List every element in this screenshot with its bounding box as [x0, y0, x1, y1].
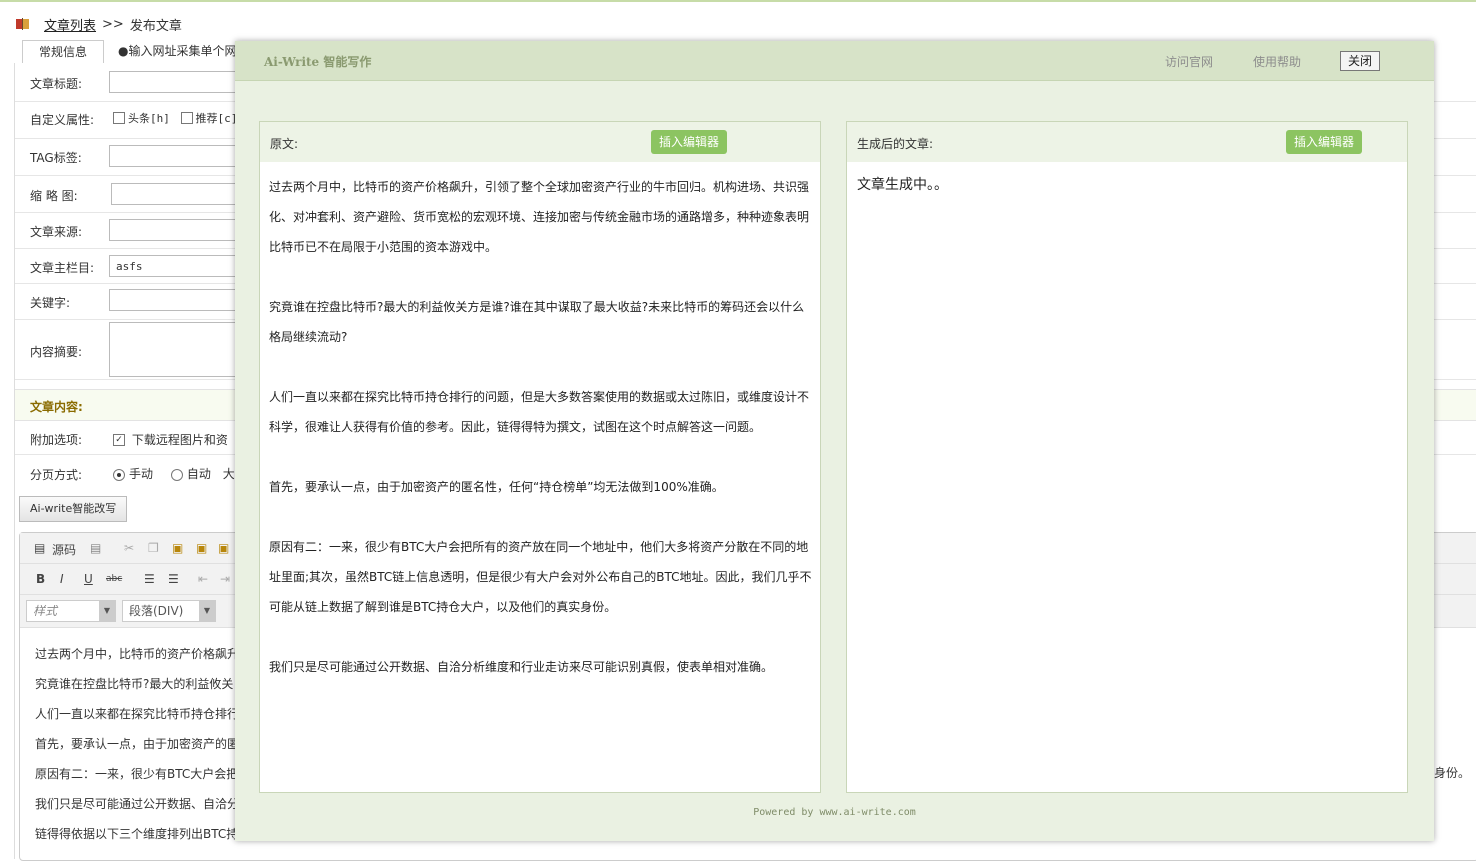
editor-content[interactable]: 过去两个月中，比特币的资产价格飙升 究竟谁在控盘比特币?最大的利益攸关 人们一直… [35, 639, 239, 849]
tab-url-collect[interactable]: ●输入网址采集单个网 [106, 40, 249, 62]
dialog-header: Ai-Write 智能写作 访问官网 使用帮助 关闭 [235, 41, 1434, 81]
attr-options: 头条[h] 推荐[c] [113, 110, 237, 126]
original-paragraph: 究竟谁在控盘比特币?最大的利益攸关方是谁?谁在其中谋取了最大收益?未来比特币的筹… [269, 300, 805, 344]
bulleted-list-icon[interactable]: ☰ [168, 572, 179, 586]
tab-general-info[interactable]: 常规信息 [22, 40, 105, 63]
attr-label: 自定义属性: [30, 113, 95, 127]
download-images-checkbox[interactable]: ✓ [113, 433, 125, 446]
category-label: 文章主栏目: [30, 261, 95, 275]
tag-input[interactable] [109, 145, 249, 167]
powered-by-footer: Powered by www.ai-write.com [753, 807, 916, 818]
chevron-down-icon: ▼ [99, 601, 115, 621]
title-label: 文章标题: [30, 77, 83, 91]
original-text[interactable]: 过去两个月中，比特币的资产价格飙升，引领了整个全球加密资产行业的牛市回归。机构进… [269, 172, 813, 712]
cut-icon[interactable]: ✂ [124, 541, 134, 555]
ai-write-rewrite-button[interactable]: Ai-write智能改写 [19, 496, 128, 522]
chevron-down-icon: ▼ [199, 601, 215, 621]
generated-text[interactable]: 文章生成中。。 [857, 174, 948, 194]
paging-manual-radio[interactable] [113, 468, 125, 481]
editor-line: 原因有二：一来，很少有BTC大户会把 [35, 767, 239, 781]
paging-options: 手动 自动 大 [113, 465, 235, 482]
generated-label: 生成后的文章: [857, 137, 934, 151]
editor-overflow-text: 身份。 [1434, 766, 1471, 780]
close-button[interactable]: 关闭 [1340, 51, 1380, 71]
breadcrumb-separator: >> [102, 16, 124, 32]
outdent-icon[interactable]: ⇤ [198, 572, 208, 586]
download-images-label: 下载远程图片和资 [131, 433, 228, 447]
source-code-button[interactable]: 源码 [52, 541, 76, 558]
strikethrough-icon[interactable]: abc [106, 574, 122, 584]
content-section-title: 文章内容: [30, 400, 83, 414]
headline-checkbox[interactable] [113, 112, 125, 124]
visit-site-link[interactable]: 访问官网 [1165, 53, 1213, 70]
format-dropdown[interactable]: 段落(DIV) ▼ [122, 600, 216, 622]
original-paragraph: 首先，要承认一点，由于加密资产的匿名性，任何“持仓榜单”均无法做到100%准确。 [269, 480, 724, 494]
recommend-option-label: 推荐[c] [195, 112, 238, 125]
editor-line: 过去两个月中，比特币的资产价格飙升 [35, 647, 240, 661]
paging-auto-radio[interactable] [170, 468, 183, 481]
original-paragraph: 人们一直以来都在探究比特币持仓排行的问题，但是大多数答案使用的数据或太过陈旧，或… [269, 390, 810, 434]
recommend-checkbox[interactable] [180, 112, 193, 124]
ai-write-dialog: Ai-Write 智能写作 访问官网 使用帮助 关闭 原文: 插入编辑器 过去两… [235, 41, 1434, 841]
top-accent-line [0, 0, 1476, 2]
headline-option-label: 头条[h] [128, 112, 170, 125]
thumbnail-label: 缩 略 图: [30, 189, 78, 203]
generated-panel: 生成后的文章: 插入编辑器 文章生成中。。 [846, 121, 1408, 793]
paging-manual-label: 手动 [129, 467, 154, 481]
paste-word-icon[interactable]: ▣ [218, 541, 229, 555]
breadcrumb: 文章列表 >> 发布文章 [16, 14, 182, 34]
summary-label: 内容摘要: [30, 345, 83, 359]
italic-icon[interactable]: I [60, 572, 64, 586]
editor-line: 首先，要承认一点，由于加密资产的匿 [35, 737, 240, 751]
original-label: 原文: [270, 137, 299, 151]
style-dropdown-value: 样式 [33, 604, 58, 618]
dialog-title: Ai-Write 智能写作 [264, 55, 372, 69]
extra-option: ✓ 下载远程图片和资 [113, 431, 228, 448]
ordered-list-icon[interactable]: ☰ [144, 572, 155, 586]
generated-panel-header: 生成后的文章: 插入编辑器 [847, 122, 1407, 162]
paging-label: 分页方式: [30, 468, 83, 482]
document-icon[interactable]: ▤ [90, 541, 101, 555]
copy-icon[interactable]: ❐ [148, 541, 159, 555]
editor-line: 究竟谁在控盘比特币?最大的利益攸关 [35, 677, 234, 691]
source-input[interactable] [109, 219, 249, 241]
thumbnail-input[interactable] [111, 183, 251, 205]
extra-label: 附加选项: [30, 433, 83, 447]
editor-line: 链得得依据以下三个维度排列出BTC持 [35, 827, 239, 841]
source-code-icon[interactable]: ▤ [34, 541, 45, 555]
keywords-input[interactable] [109, 289, 249, 311]
help-link[interactable]: 使用帮助 [1253, 53, 1301, 70]
original-panel: 原文: 插入编辑器 过去两个月中，比特币的资产价格飙升，引领了整个全球加密资产行… [259, 121, 821, 793]
paging-size-label: 大 [222, 467, 235, 481]
original-paragraph: 过去两个月中，比特币的资产价格飙升，引领了整个全球加密资产行业的牛市回归。机构进… [269, 180, 810, 254]
breadcrumb-current: 发布文章 [129, 18, 182, 34]
indent-icon[interactable]: ⇥ [220, 572, 230, 586]
style-dropdown[interactable]: 样式 ▼ [26, 600, 116, 622]
original-panel-header: 原文: 插入编辑器 [260, 122, 820, 162]
breadcrumb-link-article-list[interactable]: 文章列表 [44, 15, 96, 34]
original-paragraph: 我们只是尽可能通过公开数据、自洽分析维度和行业走访来尽可能识别真假，使表单相对准… [269, 660, 774, 674]
keywords-label: 关键字: [30, 296, 71, 310]
book-icon [16, 18, 29, 30]
bold-icon[interactable]: B [36, 572, 45, 586]
original-paragraph: 原因有二：一来，很少有BTC大户会把所有的资产放在同一个地址中，他们大多将资产分… [269, 540, 812, 614]
format-dropdown-value: 段落(DIV) [129, 604, 184, 618]
category-input[interactable]: asfs [109, 255, 249, 277]
paging-auto-label: 自动 [186, 467, 211, 481]
paste-icon[interactable]: ▣ [172, 541, 183, 555]
source-label: 文章来源: [30, 225, 83, 239]
editor-line: 我们只是尽可能通过公开数据、自洽分 [35, 797, 240, 811]
tab-bar: 常规信息 ●输入网址采集单个网 [22, 40, 251, 64]
title-input[interactable] [109, 71, 249, 93]
editor-line: 人们一直以来都在探究比特币持仓排行 [35, 707, 240, 721]
tag-label: TAG标签: [30, 151, 82, 165]
underline-icon[interactable]: U [84, 572, 93, 586]
insert-generated-button[interactable]: 插入编辑器 [1286, 130, 1363, 154]
insert-original-button[interactable]: 插入编辑器 [651, 130, 728, 154]
summary-textarea[interactable] [109, 322, 249, 377]
paste-text-icon[interactable]: ▣ [196, 541, 207, 555]
